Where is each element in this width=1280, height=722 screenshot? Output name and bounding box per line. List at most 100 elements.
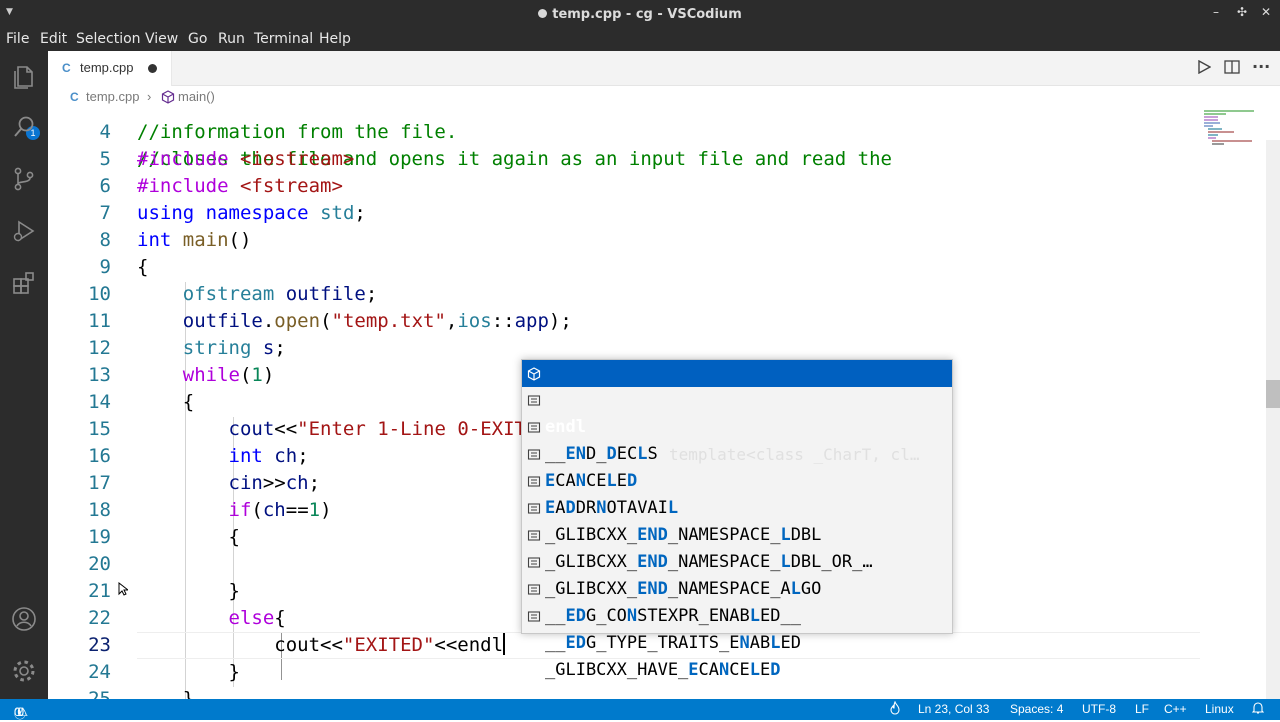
line-number: 6 [99, 175, 111, 197]
code-text: { [137, 391, 195, 413]
line-number: 20 [88, 553, 111, 575]
line-number: 22 [88, 607, 111, 629]
scrollbar-thumb[interactable] [1266, 380, 1280, 408]
code-line-8: 8 int main() [48, 227, 1200, 254]
code-text: while(1) [182, 364, 275, 386]
breadcrumb-symbol[interactable]: main() [178, 89, 215, 104]
line-number: 17 [88, 472, 111, 494]
line-number: 5 [99, 148, 111, 170]
code-text: if(ch==1) [228, 499, 332, 521]
tab-temp-cpp[interactable]: C temp.cpp [48, 51, 172, 86]
end-of-line[interactable]: LF [1135, 702, 1149, 716]
suggestion-item[interactable]: _GLIBCXX_END_NAMESPACE_LDBL_OR_… [522, 495, 952, 572]
suggestion-item[interactable]: __EDG_TYPE_TRAITS_ENABLED [522, 576, 952, 653]
close-window-button[interactable]: ✕ [1256, 5, 1276, 19]
code-line-10: 10 ofstream outfile; [48, 281, 1200, 308]
suggestion-item[interactable]: __END_DECLS [522, 387, 952, 464]
code-line-5: 5 #include <iostream> [48, 146, 1200, 173]
editor-tab-bar: C temp.cpp ··· [48, 51, 1280, 86]
platform-indicator[interactable]: Linux [1205, 702, 1234, 716]
breadcrumb-file[interactable]: temp.cpp [86, 89, 139, 104]
menu-edit[interactable]: Edit [40, 31, 67, 47]
tab-label: temp.cpp [80, 60, 134, 75]
line-number: 25 [88, 688, 111, 699]
code-text: } [137, 688, 195, 699]
settings-gear-icon[interactable] [10, 657, 38, 685]
code-text: //information from the file. [137, 121, 458, 143]
cube-icon [527, 360, 541, 387]
more-actions-icon[interactable]: ··· [1252, 57, 1270, 76]
activity-bar: 1 [0, 51, 48, 699]
breadcrumb-separator: › [147, 89, 152, 104]
run-debug-icon[interactable] [10, 217, 38, 245]
suggestion-item[interactable]: _GLIBCXX_HAVE_ECANCELED [522, 603, 952, 680]
list-icon [527, 549, 541, 576]
split-editor-icon[interactable] [1224, 60, 1240, 78]
problems-status[interactable]: ⓧ 0 ⚠ 0 [14, 702, 28, 721]
text-cursor [503, 633, 506, 655]
code-text: outfile.open("temp.txt",ios::app); [182, 310, 572, 332]
suggestion-item[interactable]: __EDG_CONSTEXPR_ENABLED__ [522, 549, 952, 626]
indentation-setting[interactable]: Spaces: 4 [1010, 702, 1063, 716]
menu-file[interactable]: File [6, 31, 29, 47]
vertical-scrollbar[interactable] [1266, 140, 1280, 700]
line-number: 11 [88, 310, 111, 332]
language-mode[interactable]: C++ [1164, 702, 1187, 716]
line-number: 4 [99, 121, 111, 143]
run-file-icon[interactable] [1197, 59, 1212, 78]
suggestion-item[interactable]: _GLIBCXX_END_NAMESPACE_ALGO [522, 522, 952, 599]
restore-button[interactable]: ✣ [1232, 5, 1252, 19]
line-number: 24 [88, 661, 111, 683]
code-text: string s; [182, 337, 286, 359]
minimize-button[interactable]: – [1206, 5, 1226, 19]
line-number: 16 [88, 445, 111, 467]
minimap[interactable] [1202, 108, 1264, 148]
autocomplete-suggestions: endl template<class _CharT, cl… __END_DE… [521, 359, 953, 680]
line-number: 12 [88, 337, 111, 359]
menu-help[interactable]: Help [319, 31, 351, 47]
notifications-bell-icon[interactable] [1251, 701, 1265, 718]
cpp-file-icon: C [62, 61, 71, 75]
line-number: 21 [88, 580, 111, 602]
code-text: else{ [228, 607, 286, 629]
account-icon[interactable] [10, 605, 38, 633]
code-text: { [137, 526, 240, 548]
menu-selection[interactable]: Selection [76, 31, 141, 47]
code-text: #include <fstream> [137, 175, 343, 197]
code-text: #include <iostream> [137, 148, 355, 170]
code-line-12: 12 string s; [48, 335, 1200, 362]
code-text: ofstream outfile; [182, 283, 378, 305]
menu-terminal[interactable]: Terminal [254, 31, 313, 47]
extensions-icon[interactable] [10, 269, 38, 297]
suggestion-item[interactable]: endl template<class _CharT, cl… [522, 360, 952, 464]
search-icon[interactable] [10, 113, 38, 141]
code-text: } [137, 661, 240, 683]
code-line-4: 4 //information from the file. [48, 119, 1200, 146]
menu-view[interactable]: View [145, 31, 178, 47]
explorer-icon[interactable] [10, 63, 38, 91]
menu-go[interactable]: Go [188, 31, 207, 47]
line-number: 9 [99, 256, 111, 278]
warning-count: 0 [17, 705, 25, 719]
code-text: cin>>ch; [228, 472, 321, 494]
source-control-icon[interactable] [10, 165, 38, 193]
suggestion-item[interactable]: EADDRNOTAVAIL [522, 441, 952, 518]
list-icon [527, 603, 541, 630]
file-encoding[interactable]: UTF-8 [1082, 702, 1116, 716]
window-title: temp.cpp - cg - VSCodium [0, 7, 1280, 22]
list-icon [527, 495, 541, 522]
suggestion-item[interactable]: ECANCELED [522, 414, 952, 491]
flame-icon[interactable] [889, 700, 901, 718]
line-number: 14 [88, 391, 111, 413]
title-bar: ▼ temp.cpp - cg - VSCodium – ✣ ✕ [0, 0, 1280, 30]
function-symbol-icon [161, 90, 175, 107]
code-line-25: 25 } [48, 686, 1200, 699]
menu-run[interactable]: Run [218, 31, 245, 47]
unsaved-changes-dot-icon[interactable] [148, 64, 157, 73]
window-title-text: temp.cpp - cg - VSCodium [552, 7, 742, 22]
cursor-position[interactable]: Ln 23, Col 33 [918, 702, 989, 716]
suggestion-item[interactable]: _GLIBCXX_END_NAMESPACE_LDBL [522, 468, 952, 545]
code-text: int main() [137, 229, 252, 251]
list-icon [527, 522, 541, 549]
breadcrumb-file-icon: C [70, 90, 79, 104]
